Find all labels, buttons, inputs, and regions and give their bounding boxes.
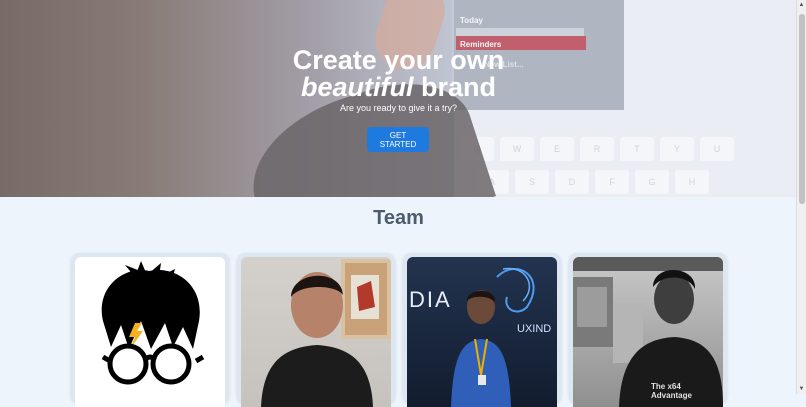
team-card[interactable] — [71, 253, 229, 407]
scroll-up-arrow-icon[interactable]: ▲ — [797, 0, 806, 10]
team-card[interactable]: The x64 Advantage — [569, 253, 727, 407]
brand-text: UXIND — [517, 323, 552, 335]
scroll-down-arrow-icon[interactable]: ▼ — [797, 384, 806, 394]
scrollbar-thumb[interactable] — [799, 14, 805, 204]
scrollbar[interactable]: ▲ ▼ — [796, 0, 806, 394]
team-card[interactable]: DIA UXIND — [403, 253, 561, 407]
cartoon-avatar-icon — [101, 261, 205, 385]
team-photo — [75, 257, 225, 407]
team-section-title: Team — [373, 207, 424, 229]
team-card[interactable] — [237, 253, 395, 407]
hero-title-line2: beautiful brand — [0, 72, 797, 103]
hero-subtitle: Are you ready to give it a try? — [339, 103, 458, 113]
hero-title-italic: beautiful — [300, 72, 414, 102]
shirt-text: The x64 Advantage — [651, 382, 692, 400]
hero-title-rest: brand — [421, 72, 497, 102]
get-started-button[interactable]: GET STARTED — [367, 127, 429, 152]
team-photo: DIA UXIND — [407, 257, 557, 407]
person-photo-icon — [261, 259, 391, 407]
banner-text: DIA — [409, 287, 452, 312]
team-photo: The x64 Advantage — [573, 257, 723, 407]
team-photo — [241, 257, 391, 407]
hero-banner: Today Reminders New List... Q W E R T Y … — [0, 0, 797, 197]
